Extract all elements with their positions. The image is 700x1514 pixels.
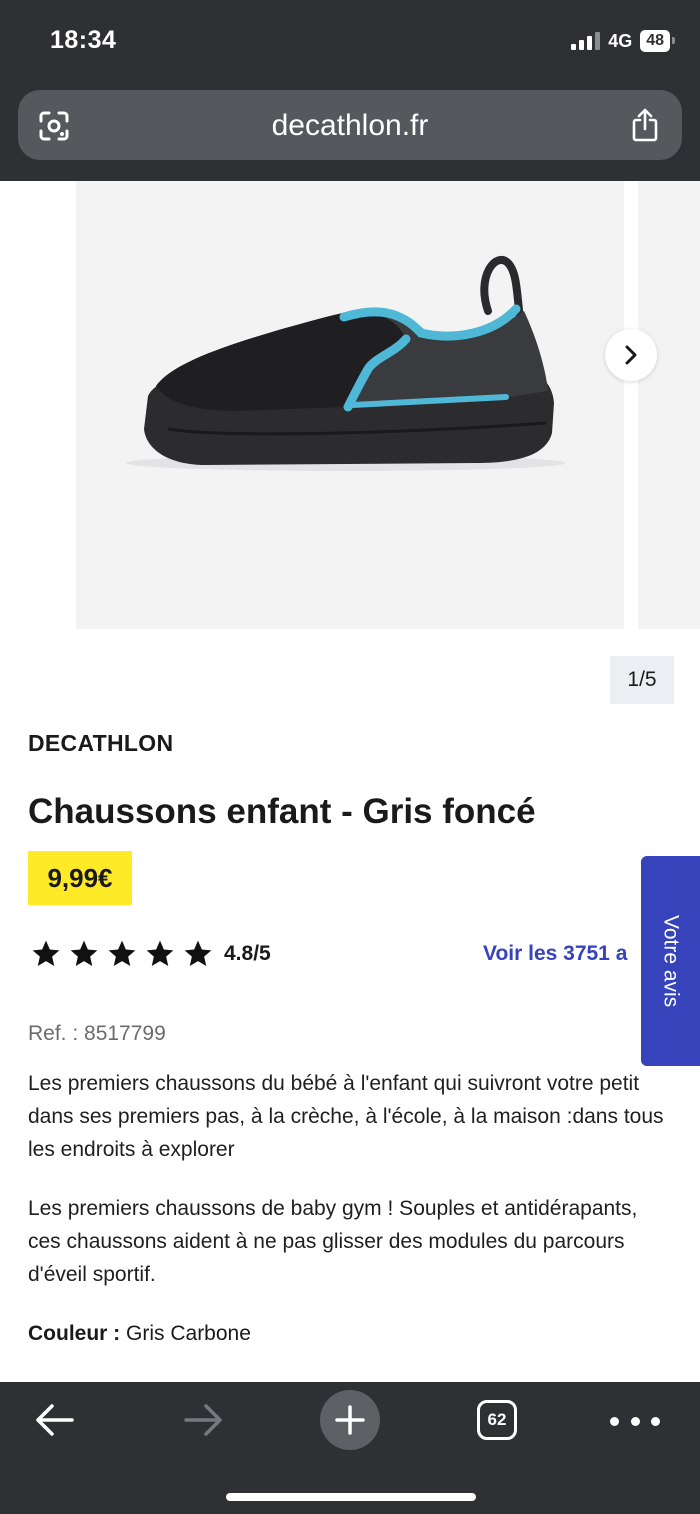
plus-icon [335, 1405, 365, 1435]
product-image[interactable] [76, 181, 624, 629]
chevron-right-icon [625, 345, 637, 365]
address-bar[interactable]: decathlon.fr [18, 90, 682, 160]
product-price: 9,99€ [28, 851, 132, 905]
signal-icon [571, 32, 601, 50]
product-gallery[interactable] [0, 181, 700, 631]
status-indicators: 4G 48 [571, 30, 675, 52]
back-arrow-icon[interactable] [32, 1400, 78, 1440]
star-icon [70, 940, 98, 966]
product-description-2: Les premiers chaussons de baby gym ! Sou… [28, 1197, 638, 1286]
rating-value: 4.8/5 [224, 942, 271, 965]
feedback-tab[interactable]: Votre avis [641, 856, 700, 1066]
status-time: 18:34 [50, 26, 117, 54]
product-title: Chaussons enfant - Gris foncé [28, 792, 536, 831]
gallery-pager: 1/5 [610, 656, 674, 704]
rating-stars [30, 938, 214, 970]
network-type: 4G [608, 30, 633, 51]
product-color: Couleur : Gris Carbone [28, 1322, 251, 1346]
star-icon [184, 940, 212, 966]
forward-arrow-icon[interactable] [180, 1400, 226, 1440]
color-value: Gris Carbone [126, 1322, 251, 1345]
browser-top-chrome: 18:34 4G 48 decathlon.fr [0, 0, 700, 181]
star-icon [146, 940, 174, 966]
product-description-1: Les premiers chaussons du bébé à l'enfan… [28, 1072, 664, 1161]
battery-icon: 48 [640, 30, 675, 52]
share-icon[interactable] [630, 108, 660, 142]
home-indicator[interactable] [226, 1493, 476, 1501]
see-reviews-link[interactable]: Voir les 3751 a [483, 942, 643, 966]
shoe-illustration [126, 256, 566, 471]
feedback-tab-label: Votre avis [659, 914, 683, 1008]
color-label: Couleur : [28, 1322, 121, 1345]
star-icon [108, 940, 136, 966]
next-image-preview[interactable] [638, 181, 700, 629]
url-text[interactable]: decathlon.fr [18, 109, 682, 143]
tab-switcher-button[interactable]: 62 [477, 1400, 517, 1440]
more-menu-icon[interactable] [610, 1406, 660, 1436]
carousel-next-button[interactable] [605, 329, 657, 381]
star-icon [32, 940, 60, 966]
product-reference: Ref. : 8517799 [28, 1022, 166, 1045]
product-brand[interactable]: DECATHLON [28, 730, 173, 757]
product-rating[interactable]: 4.8/5 [30, 938, 271, 970]
new-tab-button[interactable] [320, 1390, 380, 1450]
